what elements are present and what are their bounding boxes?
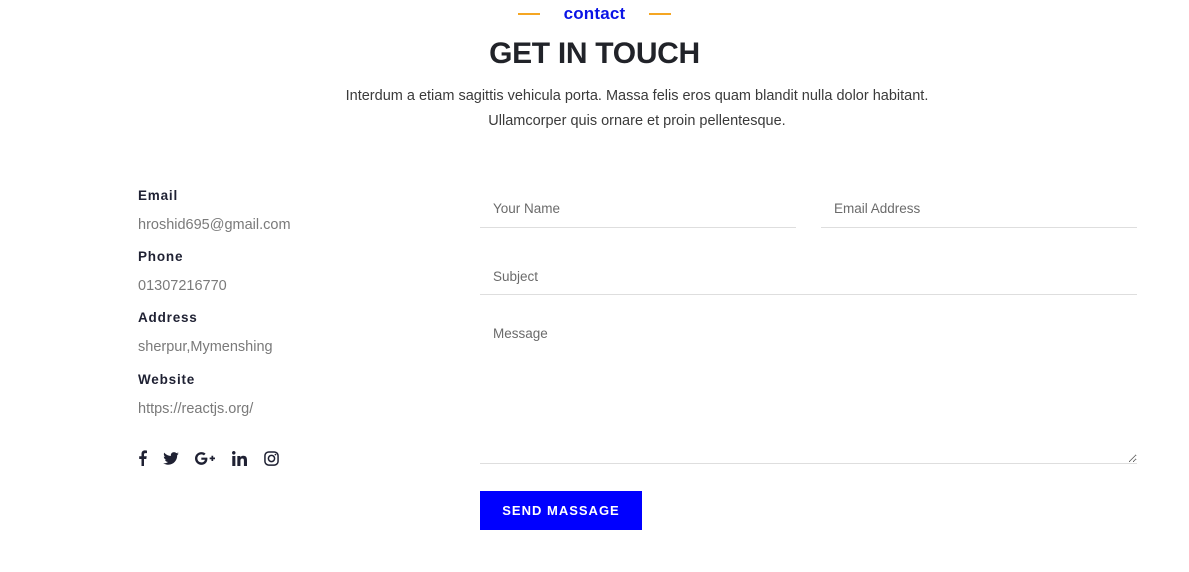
eyebrow-left-dash: [517, 13, 540, 15]
eyebrow-right-dash: [649, 13, 672, 15]
google-plus-link[interactable]: [195, 449, 215, 467]
twitter-icon: [163, 451, 179, 465]
info-website-value: https://reactjs.org/: [138, 401, 254, 417]
info-address-label: Address: [138, 310, 198, 325]
facebook-icon: [138, 450, 147, 466]
twitter-link[interactable]: [163, 449, 179, 467]
name-input[interactable]: [480, 190, 796, 228]
linkedin-icon: [231, 450, 247, 466]
info-phone-value: 01307216770: [138, 278, 227, 294]
info-email-label: Email: [138, 188, 179, 203]
message-textarea[interactable]: [480, 323, 1137, 464]
email-input[interactable]: [821, 190, 1137, 228]
subtitle-line-1: Interdum a etiam sagittis vehicula porta…: [345, 88, 929, 104]
section-title: GET IN TOUCH: [489, 37, 700, 70]
section-eyebrow: contact: [0, 4, 1189, 24]
subject-input[interactable]: [480, 258, 1137, 295]
info-email-value: hroshid695@gmail.com: [138, 217, 291, 233]
linkedin-link[interactable]: [231, 449, 247, 467]
info-phone: Phone 01307216770: [138, 247, 227, 296]
info-email: Email hroshid695@gmail.com: [138, 186, 291, 235]
info-address-value: sherpur,Mymenshing: [138, 339, 273, 355]
social-links: [137, 449, 295, 467]
instagram-link[interactable]: [263, 449, 279, 467]
instagram-icon: [263, 450, 279, 466]
google-plus-icon: [195, 451, 215, 465]
contact-section: contact GET IN TOUCH Interdum a etiam sa…: [0, 0, 1189, 572]
info-website: Website https://reactjs.org/: [138, 370, 253, 419]
info-phone-label: Phone: [138, 249, 184, 264]
eyebrow-label: contact: [563, 4, 626, 23]
info-address: Address sherpur,Mymenshing: [138, 308, 273, 357]
subtitle-line-2: Ullamcorper quis ornare et proin pellent…: [488, 113, 786, 129]
send-message-button[interactable]: SEND MASSAGE: [480, 491, 642, 530]
section-subtitle: Interdum a etiam sagittis vehicula porta…: [0, 84, 1189, 134]
info-website-label: Website: [138, 372, 196, 387]
facebook-link[interactable]: [137, 449, 147, 467]
